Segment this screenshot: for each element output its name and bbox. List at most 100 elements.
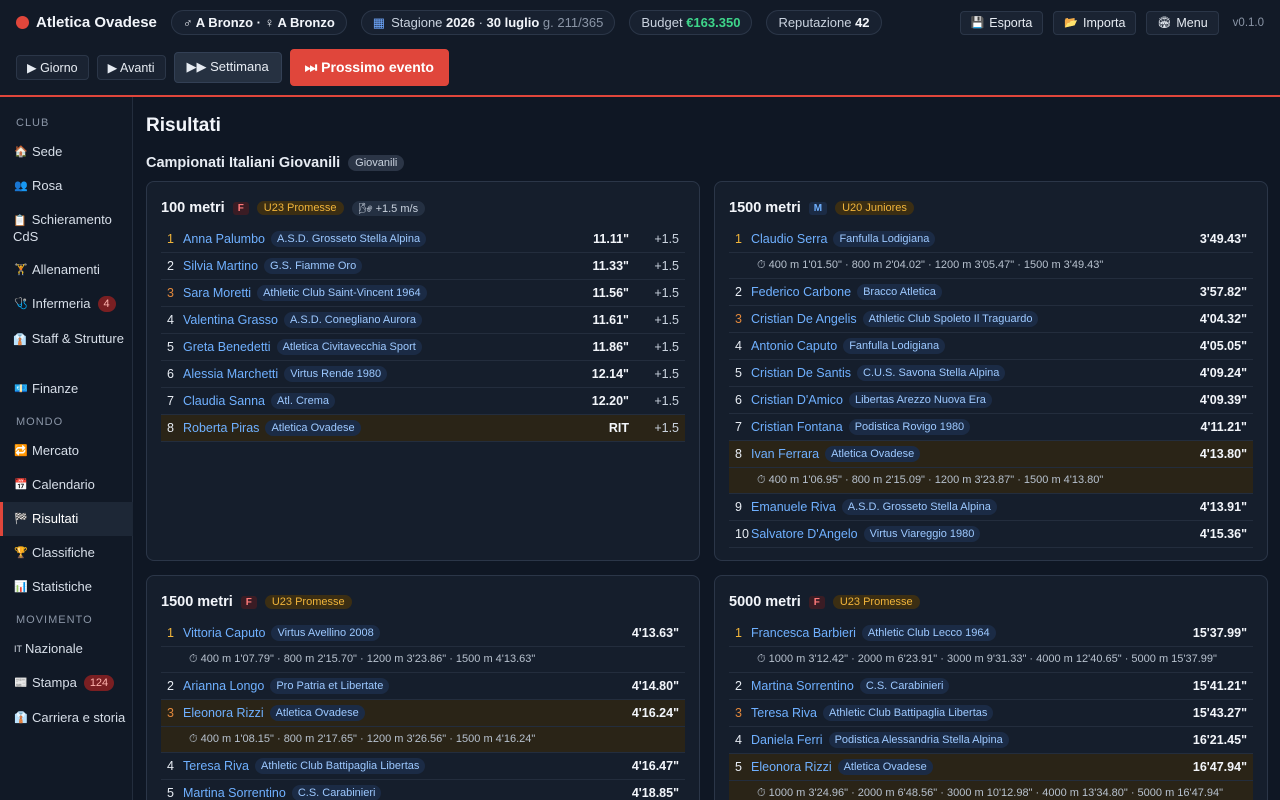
club-badge[interactable]: Virtus Viareggio 1980 — [863, 526, 981, 542]
athlete-link[interactable]: Greta Benedetti — [183, 340, 271, 354]
club-badge[interactable]: G.S. Fiamme Oro — [264, 258, 363, 274]
athlete-link[interactable]: Teresa Riva — [183, 759, 249, 773]
sidebar-item-label: Finanze — [32, 381, 79, 396]
club-badge[interactable]: Atletica Civitavecchia Sport — [276, 339, 422, 355]
club-badge[interactable]: C.U.S. Savona Stella Alpina — [857, 365, 1006, 381]
athlete-link[interactable]: Valentina Grasso — [183, 313, 278, 327]
sidebar-item-label: Nazionale — [25, 641, 83, 656]
athlete-link[interactable]: Federico Carbone — [751, 285, 851, 299]
athlete-link[interactable]: Eleonora Rizzi — [751, 760, 832, 774]
club-badge[interactable]: Fanfulla Lodigiana — [843, 338, 946, 354]
advance-button[interactable]: ▶ Avanti — [96, 54, 166, 80]
athlete-link[interactable]: Martina Sorrentino — [183, 786, 286, 800]
club-badge[interactable]: Athletic Club Lecco 1964 — [861, 625, 996, 641]
sidebar-item-classifiche[interactable]: 🏆 Classifiche — [0, 545, 133, 561]
division-label: ♂ A Bronzo · ♀ A Bronzo — [182, 15, 335, 30]
next-event-button[interactable]: ⏭ Prossimo evento — [289, 48, 449, 86]
position: 7 — [735, 420, 742, 434]
wind-value: +1.5 — [654, 340, 679, 354]
athlete-link[interactable]: Daniela Ferri — [751, 733, 823, 747]
club-badge[interactable]: Virtus Rende 1980 — [284, 366, 388, 382]
sidebar-item-calendario[interactable]: 📅 Calendario — [0, 477, 133, 493]
athlete-link[interactable]: Cristian Fontana — [751, 420, 843, 434]
split-times: ⏱ 400 m 1'01.50" · 800 m 2'04.02" · 1200… — [729, 253, 1253, 279]
club-badge[interactable]: Podistica Rovigo 1980 — [848, 419, 971, 435]
club-badge[interactable]: A.S.D. Grosseto Stella Alpina — [271, 231, 427, 247]
result-row: 2 Silvia Martino G.S. Fiamme Oro 11.33" +1.5 — [161, 253, 685, 280]
club-badge[interactable]: Atletica Ovadese — [825, 446, 921, 462]
athlete-link[interactable]: Cristian De Santis — [751, 366, 851, 380]
club-badge[interactable]: Atletica Ovadese — [269, 705, 365, 721]
club-badge[interactable]: Athletic Club Saint-Vincent 1964 — [257, 285, 427, 301]
version-label: v0.1.0 — [1232, 16, 1264, 29]
club-badge[interactable]: Atl. Crema — [271, 393, 335, 409]
club-badge[interactable]: C.S. Carabinieri — [291, 785, 382, 800]
athlete-link[interactable]: Eleonora Rizzi — [183, 706, 264, 720]
athlete-link[interactable]: Ivan Ferrara — [751, 447, 819, 461]
sidebar-item-mercato[interactable]: 🔁 Mercato — [0, 443, 133, 459]
athlete-link[interactable]: Claudio Serra — [751, 232, 827, 246]
sidebar-item-carriera[interactable]: 👔 Carriera e storia — [0, 710, 133, 726]
athlete-link[interactable]: Salvatore D'Angelo — [751, 527, 858, 541]
athlete-link[interactable]: Martina Sorrentino — [751, 679, 854, 693]
club-badge[interactable]: Athletic Club Spoleto Il Traguardo — [862, 311, 1039, 327]
athlete-link[interactable]: Antonio Caputo — [751, 339, 837, 353]
club-badge[interactable]: A.S.D. Conegliano Aurora — [283, 312, 422, 328]
sidebar-item-infermeria[interactable]: 🩺 Infermeria 4 — [0, 296, 133, 312]
club-badge[interactable]: Atletica Ovadese — [265, 420, 361, 436]
athlete-link[interactable]: Cristian De Angelis — [751, 312, 857, 326]
sidebar-item-staff[interactable]: 👔 Staff & Strutture — [0, 331, 133, 348]
sidebar-item-rosa[interactable]: 👥 Rosa — [0, 178, 133, 194]
athlete-link[interactable]: Claudia Sanna — [183, 394, 265, 408]
result-time: 4'13.80" — [1199, 447, 1247, 461]
club-badge[interactable]: Libertas Arezzo Nuova Era — [849, 392, 992, 408]
athlete-link[interactable]: Roberta Piras — [183, 421, 259, 435]
sidebar-item-allenamenti[interactable]: 🏋 Allenamenti — [0, 262, 133, 278]
sidebar-item-label: Statistiche — [32, 579, 92, 594]
athlete-link[interactable]: Francesca Barbieri — [751, 626, 856, 640]
advance-week-button[interactable]: ▶▶ Settimana — [173, 51, 282, 83]
club-badge[interactable]: Athletic Club Battipaglia Libertas — [255, 758, 426, 774]
sidebar-item-text: Schieramento CdS — [13, 212, 112, 244]
sidebar-item-label: 👔 Staff & Strutture — [13, 331, 124, 348]
weightlifter-icon: 🏋 — [14, 264, 28, 276]
athlete-link[interactable]: Vittoria Caputo — [183, 626, 265, 640]
sidebar-item-stampa[interactable]: 📰 Stampa 124 — [0, 675, 133, 691]
athlete-link[interactable]: Alessia Marchetti — [183, 367, 278, 381]
sidebar-item-label: Sede — [32, 144, 63, 159]
sidebar-item-schieramento[interactable]: 📋 Schieramento CdS — [0, 212, 133, 245]
club-badge[interactable]: Podistica Alessandria Stella Alpina — [828, 732, 1009, 748]
sidebar-item-statistiche[interactable]: 📊 Statistiche — [0, 579, 133, 595]
sidebar-item-sede[interactable]: 🏠 Sede — [0, 144, 133, 160]
athlete-link[interactable]: Sara Moretti — [183, 286, 251, 300]
athlete-link[interactable]: Anna Palumbo — [183, 232, 265, 246]
club-badge[interactable]: Bracco Atletica — [857, 284, 942, 300]
sex-badge: F — [232, 201, 249, 215]
club-badge[interactable]: Atletica Ovadese — [837, 759, 933, 775]
club-badge[interactable]: Pro Patria et Libertate — [270, 678, 390, 694]
menu-button[interactable]: 🏟 Menu — [1146, 10, 1219, 35]
club-badge[interactable]: A.S.D. Grosseto Stella Alpina — [841, 499, 997, 515]
club-badge[interactable]: Athletic Club Battipaglia Libertas — [823, 705, 994, 721]
sidebar: CLUB 🏠 Sede 👥 Rosa 📋 Schieramento CdS 🏋 Alle… — [0, 97, 133, 800]
sidebar-item-risultati[interactable]: 🏁 Risultati — [0, 502, 133, 536]
import-button[interactable]: 📂 Importa — [1053, 10, 1137, 35]
event-header: 1500 metri F U23 Promesse — [161, 594, 352, 610]
result-row: 3 Sara Moretti Athletic Club Saint-Vincent… — [161, 280, 685, 307]
sidebar-item-nazionale[interactable]: IT Nazionale — [0, 641, 133, 657]
athlete-link[interactable]: Silvia Martino — [183, 259, 258, 273]
athlete-link[interactable]: Arianna Longo — [183, 679, 264, 693]
club-badge[interactable]: C.S. Carabinieri — [859, 678, 950, 694]
athlete-link[interactable]: Teresa Riva — [751, 706, 817, 720]
result-time: 12.14" — [591, 367, 629, 381]
athlete-link[interactable]: Cristian D'Amico — [751, 393, 843, 407]
result-row: 5 Greta Benedetti Atletica Civitavecchia S… — [161, 334, 685, 361]
club-badge[interactable]: Fanfulla Lodigiana — [833, 231, 936, 247]
athlete-link[interactable]: Emanuele Riva — [751, 500, 836, 514]
advance-day-button[interactable]: ▶ Giorno — [16, 54, 89, 80]
wind-value: +1.5 — [654, 232, 679, 246]
club-badge[interactable]: Virtus Avellino 2008 — [271, 625, 380, 641]
export-button[interactable]: 💾 Esporta — [959, 10, 1044, 35]
position: 5 — [167, 786, 174, 800]
sidebar-item-finanze[interactable]: 💶 Finanze — [0, 381, 133, 397]
